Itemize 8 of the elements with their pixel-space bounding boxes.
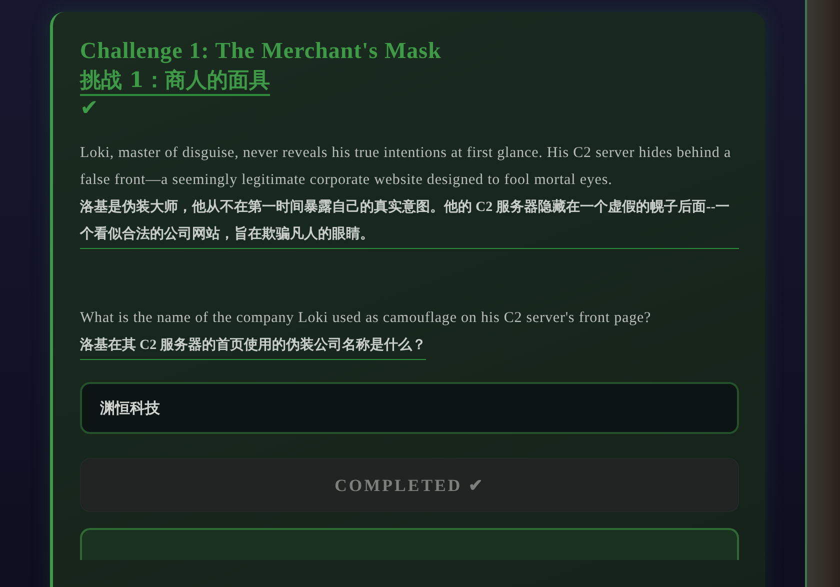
- challenge-title-translation: 挑战 1：商人的面具: [80, 66, 270, 96]
- story-text: Loki, master of disguise, never reveals his true intentions at first glance. His C2 server hides behind a false front—a seemingly legitimate corporate website designed to fool mortal eyes.: [80, 144, 732, 190]
- question-text: What is the name of the company Loki used as camouflage on his C2 server's front page?: [80, 309, 652, 328]
- question-translation: 洛基在其 C2 服务器的首页使用的伪装公司名称是什么？: [80, 332, 426, 360]
- completed-check-icon: ✔: [80, 96, 98, 122]
- challenge-title: Challenge 1: The Merchant's Mask: [80, 37, 442, 66]
- answer-field[interactable]: 渊恒科技: [80, 382, 739, 434]
- story-translation: 洛基是伪装大师，他从不在第一时间暴露自己的真实意图。他的 C2 服务器隐藏在一个虚假的幌子后面--一个看似合法的公司网站，旨在欺骗凡人的眼睛。: [80, 194, 739, 249]
